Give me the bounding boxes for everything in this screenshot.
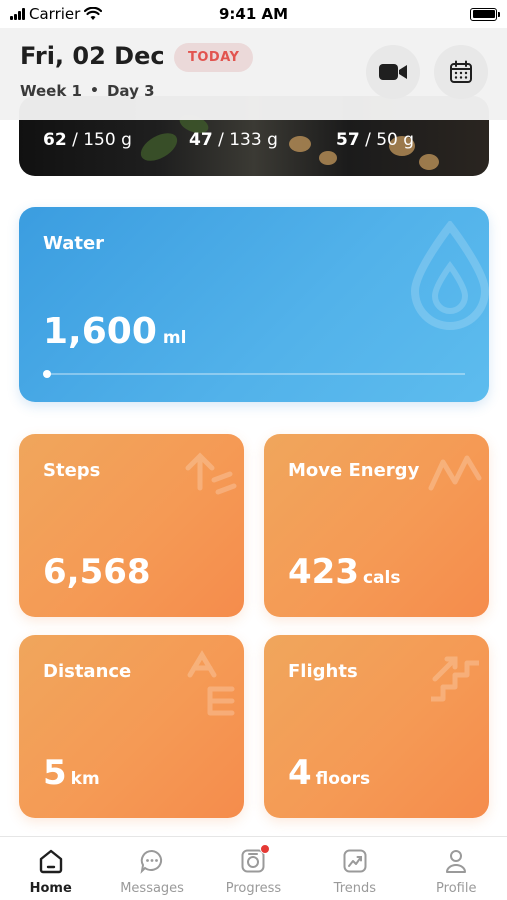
distance-value: 5 km [43,753,100,793]
calendar-icon [450,60,472,83]
macro-protein-value: 62 / 150 g [43,130,132,150]
steps-value: 6,568 [43,552,151,592]
week-day-line: Week 1 • Day 3 [20,82,155,100]
status-time: 9:41 AM [218,5,289,23]
carrier-label: Carrier [29,5,81,23]
tab-home[interactable]: Home [0,837,101,900]
tab-home-label: Home [29,881,72,896]
distance-unit: km [70,769,100,789]
tab-messages[interactable]: Messages [102,837,203,900]
water-value: 1,600 ml [43,311,187,352]
battery-icon [470,7,500,21]
water-card[interactable]: Water 1,600 ml [19,207,489,402]
flights-card[interactable]: Flights 4 floors [264,635,489,818]
signal-icon [10,8,25,20]
day-label: Day 3 [106,82,155,100]
wifi-icon [84,7,103,20]
video-call-button[interactable] [366,45,420,99]
move-energy-card[interactable]: Move Energy 423 cals [264,434,489,617]
water-label: Water [43,233,105,254]
tab-messages-label: Messages [120,881,184,896]
calendar-button[interactable] [434,45,488,99]
move-energy-label: Move Energy [288,460,420,481]
flights-value: 4 floors [288,753,371,793]
steps-icon [185,452,237,495]
today-badge[interactable]: TODAY [174,43,254,72]
flights-label: Flights [288,661,358,682]
chat-bubble-icon [138,847,166,875]
distance-label: Distance [43,661,132,682]
tab-profile-label: Profile [436,881,477,896]
flights-unit: floors [315,769,371,789]
tab-trends[interactable]: Trends [304,837,405,900]
stairs-icon [431,656,479,702]
tab-bar: Home Messages Progress Trends Profile [0,836,507,900]
steps-label: Steps [43,460,101,481]
page-title: Fri, 02 Dec [20,42,165,70]
tab-progress[interactable]: Progress [203,837,304,900]
tab-profile[interactable]: Profile [406,837,507,900]
water-progress-knob[interactable] [43,370,51,378]
move-energy-unit: cals [362,568,401,588]
water-progress-track [47,373,465,375]
tab-progress-label: Progress [225,881,282,896]
separator: • [90,83,99,99]
water-drop-icon [410,221,489,330]
steps-card[interactable]: Steps 6,568 [19,434,244,617]
video-camera-icon [379,64,407,80]
macro-fat-value: 57 / 50 g [336,130,415,150]
status-bar: Carrier 9:41 AM [0,0,507,28]
status-left: Carrier [10,5,103,23]
energy-icon [428,455,482,491]
week-label: Week 1 [20,82,82,100]
water-unit: ml [162,328,187,348]
macro-carbs-value: 47 / 133 g [189,130,278,150]
header: Fri, 02 Dec TODAY Week 1 • Day 3 [0,28,507,120]
camera-icon [239,844,271,875]
notification-dot [260,844,271,854]
move-energy-value: 423 cals [288,552,401,592]
person-icon [442,847,470,875]
trend-chart-icon [341,847,369,875]
home-icon [37,847,65,875]
tab-trends-label: Trends [333,881,377,896]
distance-card[interactable]: Distance 5 km [19,635,244,818]
distance-icon [187,650,235,716]
